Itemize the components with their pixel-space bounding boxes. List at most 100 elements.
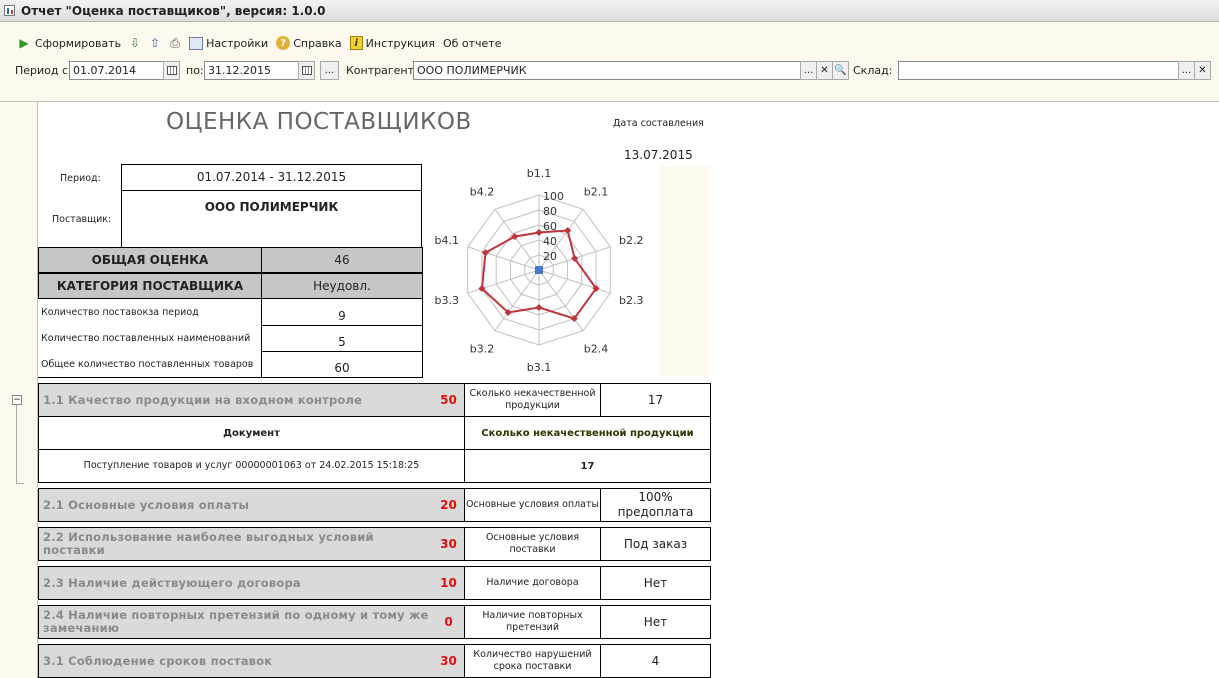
total-score-value: 46 (261, 247, 423, 273)
counterparty-clear-button[interactable]: ✕ (816, 61, 833, 80)
load-settings-icon[interactable]: ⇧ (147, 35, 163, 51)
clear-icon: ✕ (1198, 65, 1207, 76)
radar-axis-label: b2.2 (619, 234, 643, 247)
play-icon: ▶ (19, 36, 29, 50)
radar-spoke (494, 269, 540, 331)
about-button[interactable]: Об отчете (441, 37, 504, 50)
criterion-payment-name: 2.1 Основные условия оплаты (38, 488, 434, 522)
radar-tick-label: 20 (543, 250, 557, 263)
about-label: Об отчете (442, 36, 502, 50)
group-tree-line (16, 483, 24, 484)
radar-tick-label: 40 (543, 235, 557, 248)
generate-button[interactable]: ▶ Сформировать (14, 35, 123, 51)
clear-icon: ✕ (820, 65, 829, 76)
criterion-delivery-score: 30 (433, 527, 465, 561)
radar-axis-label: b2.1 (584, 186, 608, 199)
criterion-payment-param: Основные условия оплаты (464, 488, 601, 522)
instruction-button[interactable]: i Инструкция (348, 36, 437, 50)
collapse-group-button[interactable]: − (12, 395, 22, 405)
report-title: ОЦЕНКА ПОСТАВЩИКОВ (166, 109, 472, 135)
criterion-payment-value: 100% предоплата (600, 488, 711, 522)
report-app-icon (4, 5, 15, 16)
stat-goods-label: Общее количество поставленных товаров (41, 359, 254, 370)
criterion-quality-score: 50 (433, 383, 465, 417)
radar-series-point (535, 303, 543, 312)
info-icon: i (349, 36, 363, 50)
criterion-timeliness-param: Количество нарушений срока поставки (464, 644, 601, 678)
criterion-contract-name: 2.3 Наличие действующего договора (38, 566, 434, 600)
radar-axis-label: b3.1 (527, 361, 551, 374)
doc-column-header: Документ (38, 416, 465, 450)
counterparty-value: ООО ПОЛИМЕРЧИК (417, 64, 527, 77)
criterion-quality-value: 17 (600, 383, 711, 417)
counterparty-search-button[interactable]: 🔍 (832, 61, 849, 80)
report-period: 01.07.2014 - 31.12.2015 (196, 170, 347, 184)
counterparty-field[interactable]: ООО ПОЛИМЕРЧИК (413, 61, 801, 80)
criterion-delivery-value: Под заказ (600, 527, 711, 561)
period-from-value: 01.07.2014 (73, 64, 136, 77)
settings-button[interactable]: Настройки (187, 36, 270, 50)
criterion-timeliness-value: 4 (600, 644, 711, 678)
counterparty-label: Контрагент: (346, 64, 418, 77)
radar-axis-label: b3.2 (470, 342, 494, 355)
period-select-button[interactable]: ... (320, 61, 339, 80)
radar-spoke (467, 246, 540, 271)
stat-items-label: Количество поставленных наименований (41, 333, 251, 344)
filter-bar: Период с: 01.07.2014 по: 31.12.2015 ... … (0, 61, 1219, 81)
search-icon: 🔍 (834, 65, 847, 76)
period-from-label: Период с: (15, 64, 72, 77)
stats-divider (261, 351, 423, 352)
generate-label: Сформировать (35, 36, 122, 50)
warehouse-clear-button[interactable]: ✕ (1194, 61, 1211, 80)
instruction-label: Инструкция (365, 36, 435, 50)
period-caption: Период: (60, 173, 101, 184)
warehouse-label: Склад: (853, 64, 893, 77)
radar-spoke (467, 269, 540, 294)
warehouse-select-button[interactable]: ... (1178, 61, 1195, 80)
period-to-field[interactable]: 31.12.2015 (204, 61, 299, 80)
stats-divider (261, 325, 423, 326)
save-settings-icon[interactable]: ⇩ (127, 35, 143, 51)
settings-label: Настройки (206, 36, 269, 50)
warehouse-field[interactable] (898, 61, 1179, 80)
supplier-category-label: КАТЕГОРИЯ ПОСТАВЩИКА (38, 273, 262, 299)
stat-goods-value: 60 (334, 361, 350, 375)
help-button[interactable]: ? Справка (274, 36, 343, 50)
period-from-field[interactable]: 01.07.2014 (69, 61, 164, 80)
report-date: 13.07.2015 (624, 148, 693, 162)
group-gutter (8, 102, 38, 678)
qty-column-header: Сколько некачественной продукции (464, 416, 711, 450)
criterion-timeliness-score: 30 (433, 644, 465, 678)
criterion-quality-param: Сколько некачественной продукции (464, 383, 601, 417)
criterion-delivery-name: 2.2 Использование наиболее выгодных усло… (38, 527, 434, 561)
radar-series-point (535, 228, 543, 237)
stat-deliveries-label: Количество поставокза период (41, 307, 199, 318)
settings-icon (189, 36, 204, 50)
radar-axis-label: b4.1 (435, 234, 459, 247)
toolbar: ▶ Сформировать ⇩ ⇧ ⎙ Настройки ? Справка… (14, 34, 503, 52)
report-sheet: ОЦЕНКА ПОСТАВЩИКОВ Дата составления 13.0… (38, 102, 1219, 678)
stat-deliveries-value: 9 (338, 309, 346, 323)
period-to-calendar-button[interactable] (298, 61, 315, 80)
criterion-claims-param: Наличие повторных претензий (464, 605, 601, 639)
help-icon: ? (276, 36, 291, 50)
supplier-category-value: Неудовл. (261, 273, 423, 299)
calendar-icon (166, 66, 177, 75)
radar-axis-label: b2.4 (584, 342, 608, 355)
radar-zero-series-point (535, 266, 543, 274)
window-titlebar: Отчет "Оценка поставщиков", версия: 1.0.… (0, 0, 1219, 22)
counterparty-select-button[interactable]: ... (800, 61, 817, 80)
doc-row-qty: 17 (464, 449, 711, 483)
chart-side-band (660, 166, 710, 376)
period-from-calendar-button[interactable] (163, 61, 180, 80)
criterion-contract-param: Наличие договора (464, 566, 601, 600)
period-to-label: по: (186, 64, 204, 77)
criterion-claims-score: 0 (433, 605, 465, 639)
total-score-label: ОБЩАЯ ОЦЕНКА (38, 247, 262, 273)
report-supplier: ООО ПОЛИМЕРЧИК (204, 200, 339, 214)
window-title: Отчет "Оценка поставщиков", версия: 1.0.… (21, 3, 326, 18)
help-label: Справка (293, 36, 342, 50)
radar-axis-label: b3.3 (435, 294, 459, 307)
print-icon[interactable]: ⎙ (167, 35, 183, 51)
radar-tick-label: 100 (543, 190, 564, 203)
